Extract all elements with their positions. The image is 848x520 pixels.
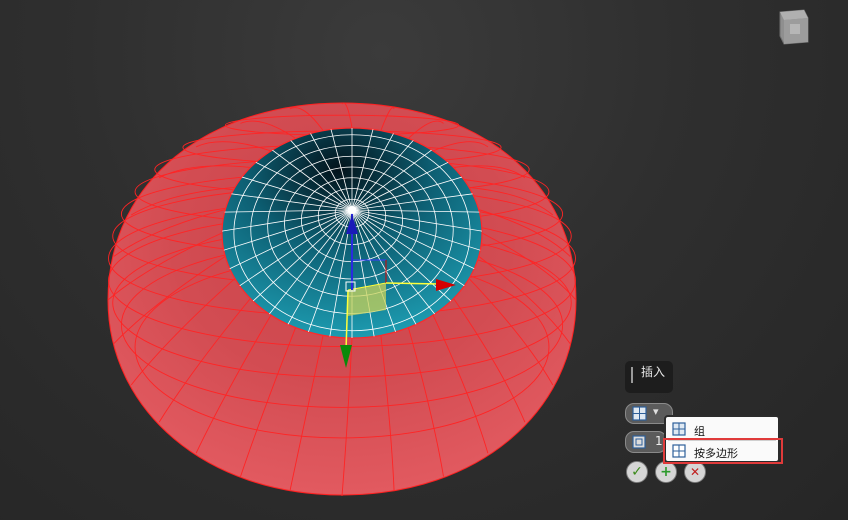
- apply-and-continue-button[interactable]: +: [655, 461, 677, 483]
- caddy-handle[interactable]: [631, 367, 633, 383]
- ok-button[interactable]: ✓: [626, 461, 648, 483]
- dropdown-arrow-icon[interactable]: ▾: [653, 405, 659, 418]
- mode-dropdown-list[interactable]: 组 按多边形: [664, 415, 780, 463]
- by-polygon-icon: [672, 444, 686, 458]
- amount-value[interactable]: 1: [655, 434, 663, 448]
- caddy-title: 插入: [641, 365, 666, 379]
- viewcube-icon[interactable]: [776, 6, 810, 46]
- close-icon: ✕: [689, 465, 701, 479]
- dropdown-item-label: 按多边形: [694, 447, 738, 460]
- plus-icon: +: [660, 464, 672, 480]
- group-icon: [672, 422, 686, 436]
- dropdown-item-by-polygon[interactable]: 按多边形: [668, 442, 778, 462]
- dropdown-item-group[interactable]: 组: [668, 420, 778, 440]
- group-icon: [632, 406, 647, 421]
- inset-amount-icon: [632, 435, 646, 449]
- check-icon: ✓: [631, 464, 643, 480]
- dropdown-divider: [668, 440, 776, 441]
- dropdown-item-label: 组: [694, 425, 705, 438]
- viewport[interactable]: 插入 ▾ 1 ✓ + ✕ 组 按多边形: [0, 0, 848, 520]
- amount-spinner[interactable]: 1: [625, 431, 667, 453]
- cancel-button[interactable]: ✕: [684, 461, 706, 483]
- caddy-title-panel: 插入: [625, 361, 673, 393]
